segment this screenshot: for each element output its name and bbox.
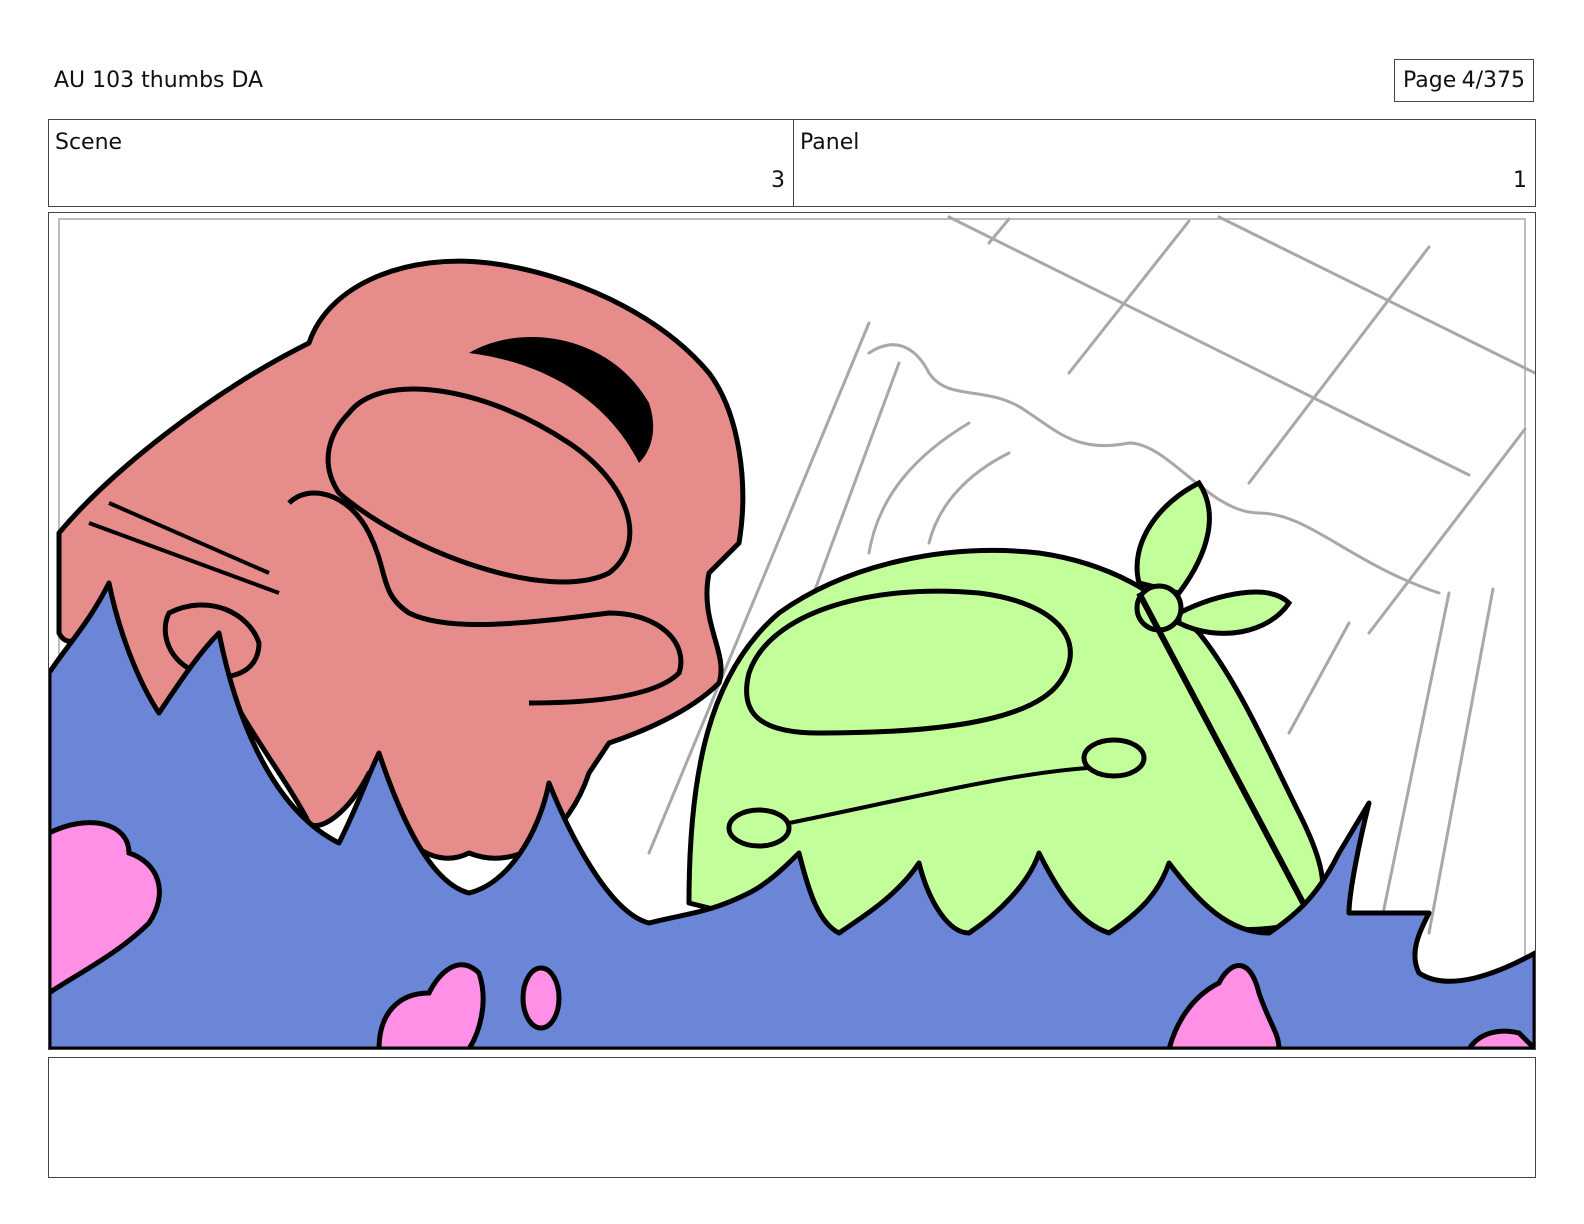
document-title: AU 103 thumbs DA xyxy=(54,68,264,93)
panel-number: 1 xyxy=(1513,168,1527,193)
scene-panel-header: Scene 3 Panel 1 xyxy=(48,119,1536,207)
storyboard-frame xyxy=(48,212,1536,1050)
panel-label: Panel xyxy=(800,130,860,155)
page-indicator: Page 4/375 xyxy=(1394,59,1534,102)
scene-field: Scene 3 xyxy=(49,120,794,206)
notes-box xyxy=(48,1057,1536,1178)
page-number: 4/375 xyxy=(1461,68,1525,93)
scene-number: 3 xyxy=(771,168,785,193)
scene-label: Scene xyxy=(55,130,123,155)
panel-field: Panel 1 xyxy=(794,120,1535,206)
page-label: Page xyxy=(1403,68,1457,93)
storyboard-illustration xyxy=(49,215,1535,1049)
